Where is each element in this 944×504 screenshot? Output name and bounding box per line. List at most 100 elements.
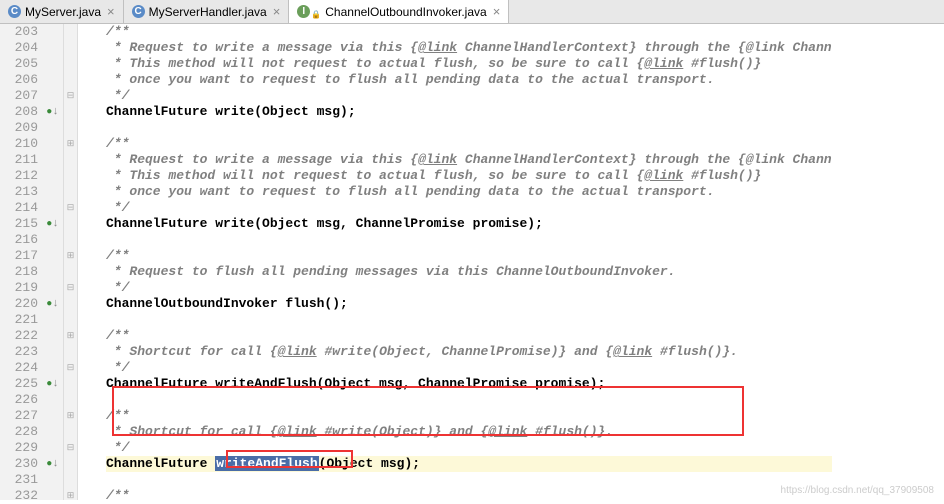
code-line[interactable]: ChannelFuture write(Object msg); — [106, 104, 832, 120]
code-line[interactable]: ChannelFuture writeAndFlush(Object msg); — [106, 456, 832, 472]
code-line[interactable]: * Shortcut for call {@link #write(Object… — [106, 424, 832, 440]
fold-marker[interactable]: ⊞ — [64, 136, 77, 152]
gutter-marker — [42, 232, 63, 248]
code-line[interactable]: ChannelFuture write(Object msg, ChannelP… — [106, 216, 832, 232]
gutter-marker: ●↓ — [42, 296, 63, 312]
code-line[interactable]: /** — [106, 248, 832, 264]
code-line[interactable]: */ — [106, 200, 832, 216]
code-area[interactable]: /** * Request to write a message via thi… — [78, 24, 832, 500]
line-number: 231 — [0, 472, 38, 488]
fold-marker[interactable]: ⊟ — [64, 360, 77, 376]
code-line[interactable]: * This method will not request to actual… — [106, 168, 832, 184]
line-number-gutter: 2032042052062072082092102112122132142152… — [0, 24, 42, 500]
line-number: 207 — [0, 88, 38, 104]
gutter-marker — [42, 360, 63, 376]
gutter-marker — [42, 136, 63, 152]
code-line[interactable]: * Request to write a message via this {@… — [106, 40, 832, 56]
implements-icon: ↓ — [52, 106, 59, 118]
fold-marker — [64, 184, 77, 200]
fold-marker[interactable]: ⊞ — [64, 408, 77, 424]
code-line[interactable] — [106, 472, 832, 488]
code-line[interactable]: /** — [106, 488, 832, 504]
fold-marker — [64, 312, 77, 328]
line-number: 213 — [0, 184, 38, 200]
code-line[interactable]: * once you want to request to flush all … — [106, 184, 832, 200]
code-line[interactable] — [106, 120, 832, 136]
implements-icon: ↓ — [52, 378, 59, 390]
fold-marker — [64, 296, 77, 312]
selected-method[interactable]: writeAndFlush — [215, 456, 318, 471]
gutter-marker — [42, 168, 63, 184]
gutter-marker — [42, 88, 63, 104]
line-number: 222 — [0, 328, 38, 344]
line-number: 210 — [0, 136, 38, 152]
code-line[interactable]: * Shortcut for call {@link #write(Object… — [106, 344, 832, 360]
code-line[interactable] — [106, 392, 832, 408]
fold-marker[interactable]: ⊟ — [64, 440, 77, 456]
fold-marker — [64, 232, 77, 248]
fold-marker[interactable]: ⊞ — [64, 248, 77, 264]
class-icon: C — [132, 5, 145, 18]
tab-channeloutboundinvoker[interactable]: 🔒 ChannelOutboundInvoker.java × — [289, 0, 509, 23]
code-line[interactable]: ChannelFuture writeAndFlush(Object msg, … — [106, 376, 832, 392]
code-line[interactable]: * once you want to request to flush all … — [106, 72, 832, 88]
code-line[interactable]: */ — [106, 360, 832, 376]
fold-marker[interactable]: ⊞ — [64, 488, 77, 504]
line-number: 221 — [0, 312, 38, 328]
code-line[interactable]: * This method will not request to actual… — [106, 56, 832, 72]
gutter-marker — [42, 248, 63, 264]
gutter-marker — [42, 392, 63, 408]
line-number: 225 — [0, 376, 38, 392]
code-line[interactable] — [106, 312, 832, 328]
fold-marker — [64, 424, 77, 440]
marker-gutter: ●↓●↓●↓●↓●↓ — [42, 24, 64, 500]
line-number: 227 — [0, 408, 38, 424]
line-number: 224 — [0, 360, 38, 376]
fold-marker — [64, 392, 77, 408]
code-line[interactable]: * Request to write a message via this {@… — [106, 152, 832, 168]
code-line[interactable]: /** — [106, 136, 832, 152]
code-line[interactable] — [106, 232, 832, 248]
gutter-marker — [42, 472, 63, 488]
interface-icon — [297, 5, 310, 18]
tab-myserver[interactable]: C MyServer.java × — [0, 0, 124, 23]
gutter-marker: ●↓ — [42, 376, 63, 392]
fold-marker[interactable]: ⊟ — [64, 88, 77, 104]
fold-marker — [64, 40, 77, 56]
code-line[interactable]: */ — [106, 440, 832, 456]
code-line[interactable]: */ — [106, 88, 832, 104]
fold-marker[interactable]: ⊟ — [64, 280, 77, 296]
gutter-marker: ●↓ — [42, 216, 63, 232]
gutter-marker — [42, 56, 63, 72]
code-line[interactable]: */ — [106, 280, 832, 296]
fold-marker — [64, 264, 77, 280]
code-line[interactable]: /** — [106, 328, 832, 344]
close-icon[interactable]: × — [273, 4, 281, 19]
implements-icon: ↓ — [52, 298, 59, 310]
code-line[interactable]: * Request to flush all pending messages … — [106, 264, 832, 280]
fold-marker[interactable]: ⊟ — [64, 200, 77, 216]
line-number: 216 — [0, 232, 38, 248]
gutter-marker — [42, 312, 63, 328]
code-line[interactable]: /** — [106, 24, 832, 40]
gutter-marker — [42, 120, 63, 136]
close-icon[interactable]: × — [107, 4, 115, 19]
fold-marker — [64, 168, 77, 184]
fold-marker[interactable]: ⊞ — [64, 328, 77, 344]
fold-marker — [64, 456, 77, 472]
gutter-marker — [42, 152, 63, 168]
line-number: 219 — [0, 280, 38, 296]
code-editor[interactable]: 2032042052062072082092102112122132142152… — [0, 24, 944, 500]
fold-marker — [64, 72, 77, 88]
tab-label: ChannelOutboundInvoker.java — [325, 5, 486, 19]
code-line[interactable]: ChannelOutboundInvoker flush(); — [106, 296, 832, 312]
line-number: 205 — [0, 56, 38, 72]
fold-marker — [64, 104, 77, 120]
gutter-marker — [42, 424, 63, 440]
code-line[interactable]: /** — [106, 408, 832, 424]
line-number: 228 — [0, 424, 38, 440]
tab-myserverhandler[interactable]: C MyServerHandler.java × — [124, 0, 290, 23]
line-number: 218 — [0, 264, 38, 280]
close-icon[interactable]: × — [493, 4, 501, 19]
fold-marker — [64, 152, 77, 168]
